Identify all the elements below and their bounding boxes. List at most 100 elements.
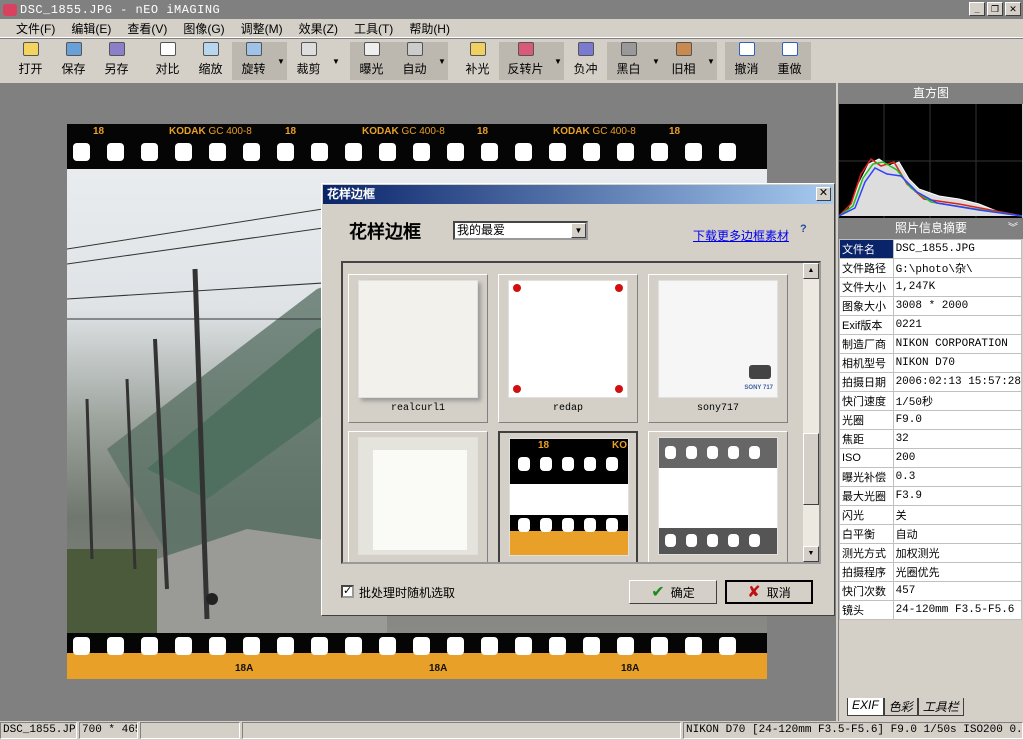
info-row[interactable]: 光圈 F9.0 [839, 410, 1023, 430]
info-row[interactable]: 闪光关 [839, 505, 1023, 525]
info-key: 光圈 [839, 410, 894, 430]
info-row[interactable]: 曝光补偿 0.3 [839, 467, 1023, 487]
reversal-button[interactable]: 反转片 [499, 42, 552, 80]
info-row[interactable]: 白平衡 自动 [839, 524, 1023, 544]
info-row[interactable]: 测光方式 加权测光 [839, 543, 1023, 563]
crop-icon [300, 42, 317, 56]
tab-toolbar[interactable]: 工具栏 [917, 698, 964, 716]
dialog-close-button[interactable]: ✕ [816, 187, 831, 201]
info-row[interactable]: 拍摄日期 2006:02:13 15:57:28 [839, 372, 1023, 392]
restore-button[interactable]: ❐ [987, 2, 1003, 16]
menu-edit[interactable]: 编辑(E) [63, 20, 119, 37]
info-row[interactable]: 拍摄程序 光圈优先 [839, 562, 1023, 582]
tab-exif[interactable]: EXIF [847, 698, 884, 716]
red-pin-icon [513, 284, 521, 292]
minimize-button[interactable]: _ [969, 2, 985, 16]
undo-button[interactable]: 撤消 [725, 42, 768, 80]
info-key: 相机型号 [839, 353, 894, 373]
frame-thumb-realcurl1[interactable]: realcurl1 [348, 274, 488, 423]
info-key: 闪光 [839, 505, 894, 525]
reversal-dropdown[interactable]: ▼ [552, 42, 564, 80]
bw-film-icon [620, 42, 637, 56]
download-more-link[interactable]: 下载更多边框素材 [693, 227, 789, 244]
info-key: 快门次数 [839, 581, 894, 601]
frame-grid: realcurl1 redap SONY 717 sony717 18 KO ▲… [341, 261, 821, 564]
thumb-image [508, 280, 628, 398]
chevron-down-icon[interactable]: ▼ [571, 223, 586, 238]
info-row[interactable]: 最大光圈 F3.9 [839, 486, 1023, 506]
exposure-button[interactable]: 曝光 [350, 42, 393, 80]
menu-image[interactable]: 图像(G) [175, 20, 232, 37]
open-button[interactable]: 打开 [9, 42, 52, 80]
menu-file[interactable]: 文件(F) [8, 20, 63, 37]
info-row[interactable]: 镜头 24-120mm F3.5-F5.6 [839, 600, 1023, 620]
dialog-heading: 花样边框 [349, 222, 421, 243]
bw-button[interactable]: 黑白 [607, 42, 650, 80]
negative-button[interactable]: 负冲 [564, 42, 607, 80]
x-icon: ✘ [747, 584, 761, 601]
random-select-checkbox[interactable]: ✓ [341, 585, 354, 598]
scroll-down-button[interactable]: ▼ [803, 546, 819, 562]
compare-button[interactable]: 对比 [146, 42, 189, 80]
fill-light-icon [469, 42, 486, 56]
folder-icon [22, 42, 39, 56]
menu-effects[interactable]: 效果(Z) [291, 20, 346, 37]
zoom-button[interactable]: 缩放 [189, 42, 232, 80]
frame-thumb-redap[interactable]: redap [498, 274, 638, 423]
info-row[interactable]: 文件名 DSC_1855.JPG [839, 239, 1023, 259]
negative-film-icon [577, 42, 594, 56]
auto-button[interactable]: 自动 [393, 42, 436, 80]
help-icon[interactable]: ? [800, 223, 818, 239]
collapse-icon[interactable]: ︾ [1008, 218, 1018, 239]
redo-button[interactable]: 重做 [768, 42, 811, 80]
info-row[interactable]: 快门次数 457 [839, 581, 1023, 601]
info-row[interactable]: 文件大小 1,247K [839, 277, 1023, 297]
random-select-label: 批处理时随机选取 [359, 586, 456, 600]
info-row[interactable]: 制造厂商 NIKON CORPORATION [839, 334, 1023, 354]
frame-thumb-sony717[interactable]: SONY 717 sony717 [648, 274, 788, 423]
info-row[interactable]: Exif版本 0221 [839, 315, 1023, 335]
menu-tools[interactable]: 工具(T) [346, 20, 401, 37]
scroll-thumb[interactable] [803, 433, 819, 505]
crop-button[interactable]: 裁剪 [287, 42, 330, 80]
exif-table: 文件名 DSC_1855.JPG 文件路径 G:\photo\杂\ 文件大小 1,247K… [839, 239, 1023, 620]
info-row[interactable]: ISO 200 [839, 448, 1023, 468]
cancel-button[interactable]: ✘ 取消 [725, 580, 813, 604]
info-key: 快门速度 [839, 391, 894, 411]
grid-scrollbar[interactable]: ▲ ▼ [803, 263, 819, 562]
scroll-up-button[interactable]: ▲ [803, 263, 819, 279]
info-value: G:\photo\杂\ [892, 258, 1023, 278]
auto-dropdown[interactable]: ▼ [436, 42, 448, 80]
rotate-dropdown[interactable]: ▼ [275, 42, 287, 80]
bw-dropdown[interactable]: ▼ [650, 42, 662, 80]
info-row[interactable]: 焦距 32 [839, 429, 1023, 449]
ok-button[interactable]: ✔ 确定 [629, 580, 717, 604]
close-button[interactable]: ✕ [1005, 2, 1021, 16]
fill-light-button[interactable]: 补光 [456, 42, 499, 80]
film-strip-bottom: 18A 18A 18A [67, 633, 767, 679]
info-value: 光圈优先 [892, 562, 1023, 582]
save-as-button[interactable]: 另存 [95, 42, 138, 80]
frame-thumb-5[interactable]: 18 KO [498, 431, 638, 562]
menu-help[interactable]: 帮助(H) [401, 20, 458, 37]
sepia-button[interactable]: 旧相 [662, 42, 705, 80]
tab-color[interactable]: 色彩 [883, 698, 918, 716]
sepia-dropdown[interactable]: ▼ [705, 42, 717, 80]
info-row[interactable]: 相机型号 NIKON D70 [839, 353, 1023, 373]
frame-thumb-6[interactable] [648, 431, 788, 562]
thumb-image: 18 KO [509, 438, 629, 556]
frame-thumb-4[interactable] [348, 431, 488, 562]
crop-dropdown[interactable]: ▼ [330, 42, 342, 80]
info-key: 图象大小 [839, 296, 894, 316]
save-button[interactable]: 保存 [52, 42, 95, 80]
menu-adjust[interactable]: 调整(M) [233, 20, 291, 37]
rotate-button[interactable]: 旋转 [232, 42, 275, 80]
info-row[interactable]: 快门速度 1/50秒 [839, 391, 1023, 411]
info-key: 镜头 [839, 600, 894, 620]
info-value: 0221 [892, 315, 1023, 335]
info-row[interactable]: 图象大小 3008 * 2000 [839, 296, 1023, 316]
info-row[interactable]: 文件路径 G:\photo\杂\ [839, 258, 1023, 278]
info-value: 关 [892, 505, 1023, 525]
category-select[interactable]: 我的最爱 ▼ [453, 221, 588, 240]
menu-view[interactable]: 查看(V) [119, 20, 175, 37]
